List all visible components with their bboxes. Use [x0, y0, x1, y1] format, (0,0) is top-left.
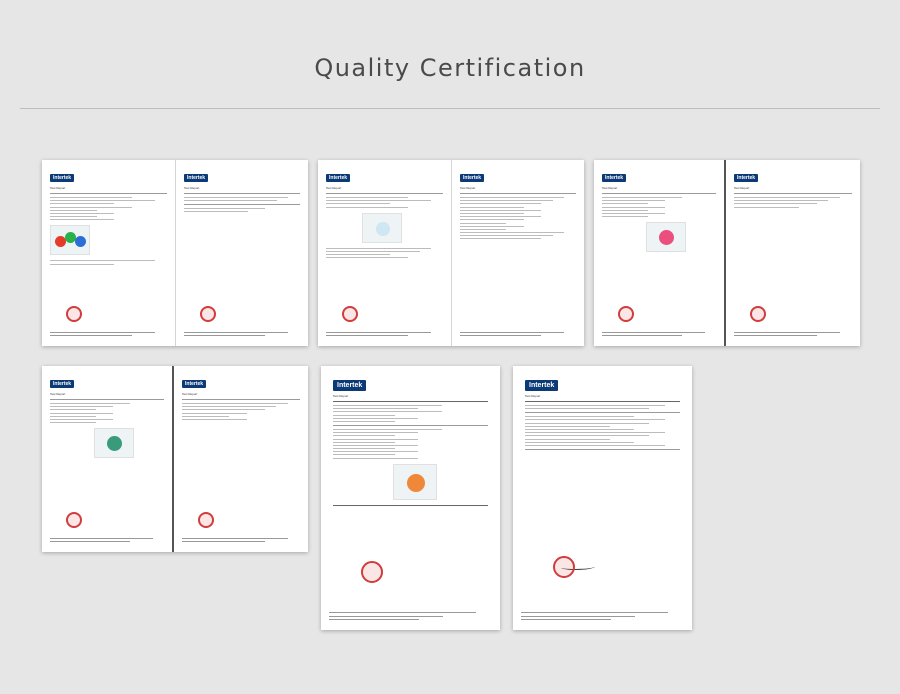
certificate-image-6[interactable]: Intertek Test Report — [513, 366, 692, 630]
certificate-page: Intertek Test Report — [175, 160, 308, 346]
certificate-image-1[interactable]: Intertek Test Report Intertek Test Repor… — [42, 160, 308, 346]
report-heading: Test Report — [182, 392, 198, 396]
report-heading: Test Report — [50, 186, 66, 190]
product-photo — [50, 225, 90, 256]
report-heading: Test Report — [460, 186, 476, 190]
product-photo — [362, 212, 402, 243]
page-title: Quality Certification — [314, 54, 586, 82]
certificate-page: Intertek Test Report — [42, 366, 172, 552]
certificate-image-5[interactable]: Intertek Test Report — [321, 366, 500, 630]
intertek-logo: Intertek — [525, 380, 559, 391]
certification-stamp-icon — [618, 306, 634, 322]
intertek-logo: Intertek — [50, 380, 75, 388]
certificate-image-3[interactable]: Intertek Test Report Intertek Test Repor… — [594, 160, 860, 346]
report-heading: Test Report — [184, 186, 200, 190]
certification-stamp-icon — [361, 561, 383, 583]
certificate-page: Intertek Test Report — [172, 366, 308, 552]
certificate-image-4[interactable]: Intertek Test Report Intertek Test Repor… — [42, 366, 308, 552]
certification-stamp-icon — [200, 306, 216, 322]
title-divider — [20, 108, 880, 109]
report-heading: Test Report — [525, 394, 541, 398]
certificate-page: Intertek Test Report — [321, 366, 500, 630]
intertek-logo: Intertek — [734, 174, 759, 182]
certificate-page: Intertek Test Report — [318, 160, 451, 346]
intertek-logo: Intertek — [182, 380, 207, 388]
intertek-logo: Intertek — [602, 174, 627, 182]
certification-stamp-icon — [342, 306, 358, 322]
certification-stamp-icon — [553, 556, 575, 578]
certification-stamp-icon — [750, 306, 766, 322]
certificate-page: Intertek Test Report — [42, 160, 175, 346]
product-photo — [393, 463, 437, 500]
certificate-page: Intertek Test Report — [513, 366, 692, 630]
intertek-logo: Intertek — [184, 174, 209, 182]
report-heading: Test Report — [333, 394, 349, 398]
product-photo — [94, 428, 134, 459]
certification-stamp-icon — [198, 512, 214, 528]
report-heading: Test Report — [602, 186, 618, 190]
certificate-page: Intertek Test Report — [724, 160, 860, 346]
certificate-page: Intertek Test Report — [594, 160, 724, 346]
certification-stamp-icon — [66, 306, 82, 322]
product-photo — [646, 222, 686, 253]
certificate-image-2[interactable]: Intertek Test Report Intertek Test Repor… — [318, 160, 584, 346]
intertek-logo: Intertek — [50, 174, 75, 182]
intertek-logo: Intertek — [333, 380, 367, 391]
certificate-page: Intertek Test Report — [451, 160, 584, 346]
report-heading: Test Report — [50, 392, 66, 396]
report-heading: Test Report — [734, 186, 750, 190]
certification-stamp-icon — [66, 512, 82, 528]
intertek-logo: Intertek — [460, 174, 485, 182]
intertek-logo: Intertek — [326, 174, 351, 182]
report-heading: Test Report — [326, 186, 342, 190]
